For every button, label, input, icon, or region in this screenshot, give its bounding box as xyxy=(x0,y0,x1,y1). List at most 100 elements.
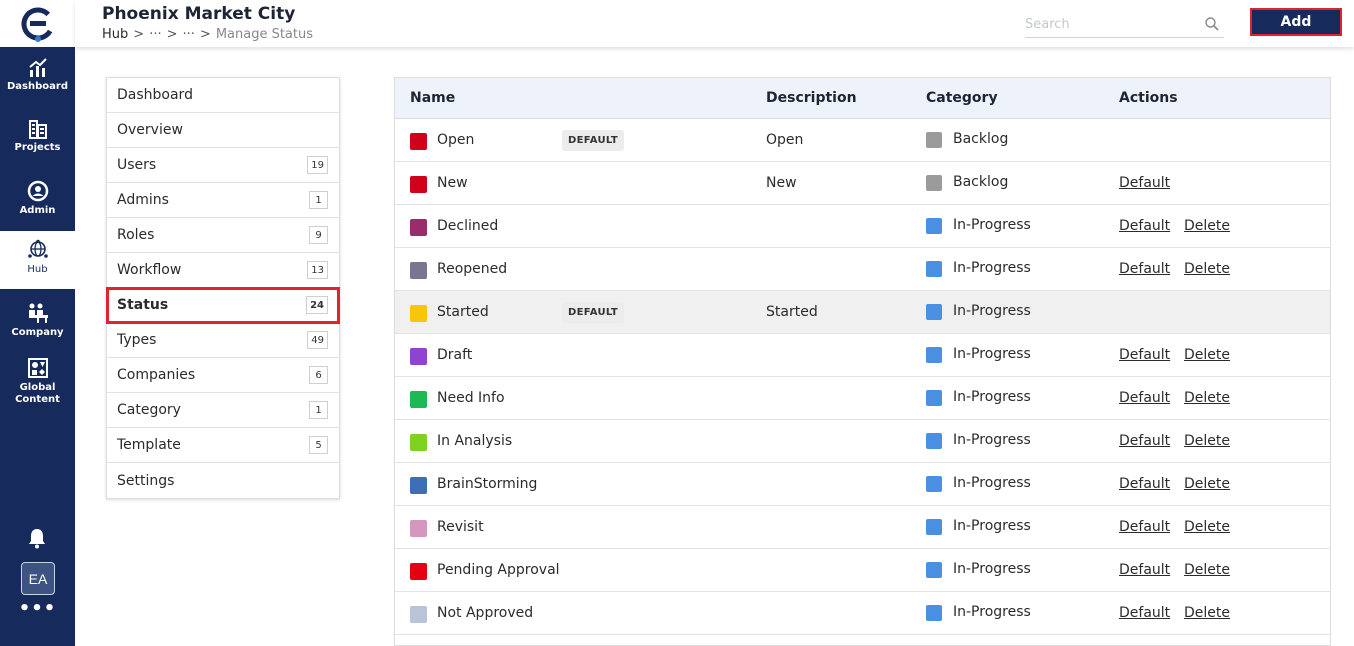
rail-item-projects[interactable]: Projects xyxy=(0,111,75,169)
breadcrumb-hub[interactable]: Hub xyxy=(102,27,128,42)
status-category: In-Progress xyxy=(953,518,1031,534)
category-color-swatch xyxy=(926,562,942,578)
app-logo[interactable] xyxy=(0,0,75,47)
table-row[interactable]: Draft In-Progress Default Delete xyxy=(395,334,1330,377)
menu-item-status[interactable]: Status 24 xyxy=(106,287,340,324)
status-color-swatch xyxy=(410,391,427,408)
rail-item-company[interactable]: Company xyxy=(0,294,75,352)
delete-link[interactable]: Delete xyxy=(1184,519,1230,535)
breadcrumb-ellipsis[interactable]: ··· xyxy=(149,27,161,42)
default-badge: DEFAULT xyxy=(562,302,625,323)
column-header-category[interactable]: Category xyxy=(926,90,998,106)
rail-item-global-content[interactable]: Global Content xyxy=(0,349,75,407)
default-link[interactable]: Default xyxy=(1119,347,1170,363)
table-row[interactable]: In Analysis In-Progress Default Delete xyxy=(395,420,1330,463)
status-category: Backlog xyxy=(953,174,1009,190)
menu-item-settings[interactable]: Settings xyxy=(107,463,339,498)
delete-link[interactable]: Delete xyxy=(1184,605,1230,621)
menu-item-overview[interactable]: Overview xyxy=(107,113,339,148)
search-box xyxy=(1025,12,1224,38)
status-name: New xyxy=(437,175,468,191)
default-link[interactable]: Default xyxy=(1119,476,1170,492)
count-badge: 24 xyxy=(306,296,328,314)
menu-item-users[interactable]: Users 19 xyxy=(107,148,339,183)
search-input[interactable] xyxy=(1025,12,1200,36)
breadcrumb-ellipsis[interactable]: ··· xyxy=(183,27,195,42)
menu-item-label: Settings xyxy=(117,472,175,489)
delete-link[interactable]: Delete xyxy=(1184,347,1230,363)
status-category: In-Progress xyxy=(953,604,1031,620)
status-category: In-Progress xyxy=(953,346,1031,362)
menu-item-label: Companies xyxy=(117,367,196,383)
search-icon[interactable] xyxy=(1204,16,1220,32)
breadcrumb-current: Manage Status xyxy=(215,27,314,42)
logo-icon xyxy=(21,7,54,42)
table-body: Open DEFAULT Open Backlog New New Backlog Defau… xyxy=(395,119,1330,635)
more-icon[interactable]: ••• xyxy=(0,600,75,618)
rail-item-hub[interactable]: Hub xyxy=(0,231,75,289)
category-color-swatch xyxy=(926,390,942,406)
menu-item-workflow[interactable]: Workflow 13 xyxy=(107,253,339,288)
table-row[interactable]: Revisit In-Progress Default Delete xyxy=(395,506,1330,549)
delete-link[interactable]: Delete xyxy=(1184,218,1230,234)
menu-item-admins[interactable]: Admins 1 xyxy=(107,183,339,218)
table-row[interactable]: Reopened In-Progress Default Delete xyxy=(395,248,1330,291)
status-color-swatch xyxy=(410,434,427,451)
status-category: In-Progress xyxy=(953,561,1031,577)
menu-item-category[interactable]: Category 1 xyxy=(107,393,339,428)
breadcrumb-separator: > xyxy=(133,27,145,42)
dashboard-chart-icon xyxy=(28,58,47,77)
menu-item-dashboard[interactable]: Dashboard xyxy=(107,78,339,113)
table-header: Name Description Category Actions xyxy=(395,78,1330,119)
rail-item-dashboard[interactable]: Dashboard xyxy=(0,50,75,108)
default-link[interactable]: Default xyxy=(1119,519,1170,535)
bell-icon[interactable] xyxy=(26,527,48,549)
hub-side-menu: Dashboard Overview Users 19 Admins 1 Roles 9 Wor… xyxy=(106,77,340,499)
default-link[interactable]: Default xyxy=(1119,433,1170,449)
column-header-name[interactable]: Name xyxy=(410,90,455,106)
table-row[interactable]: Open DEFAULT Open Backlog xyxy=(395,119,1330,162)
table-row[interactable]: Declined In-Progress Default Delete xyxy=(395,205,1330,248)
status-name: Reopened xyxy=(437,261,508,277)
menu-item-roles[interactable]: Roles 9 xyxy=(107,218,339,253)
status-category: In-Progress xyxy=(953,389,1031,405)
menu-item-label: Users xyxy=(117,157,157,173)
default-link[interactable]: Default xyxy=(1119,605,1170,621)
count-badge: 19 xyxy=(307,156,328,174)
table-row[interactable]: Started DEFAULT Started In-Progress xyxy=(395,291,1330,334)
menu-item-label: Category xyxy=(117,402,181,418)
rail-item-admin[interactable]: Admin xyxy=(0,172,75,230)
column-header-description[interactable]: Description xyxy=(766,90,857,106)
add-button[interactable]: Add xyxy=(1250,8,1342,36)
company-people-icon xyxy=(28,303,48,323)
menu-item-template[interactable]: Template 5 xyxy=(107,428,339,463)
default-link[interactable]: Default xyxy=(1119,218,1170,234)
default-link[interactable]: Default xyxy=(1119,261,1170,277)
rail-label: Admin xyxy=(19,205,56,216)
delete-link[interactable]: Delete xyxy=(1184,476,1230,492)
column-header-actions: Actions xyxy=(1119,90,1178,106)
status-description: New xyxy=(766,175,797,191)
status-color-swatch xyxy=(410,348,427,365)
menu-item-companies[interactable]: Companies 6 xyxy=(107,358,339,393)
delete-link[interactable]: Delete xyxy=(1184,433,1230,449)
status-category: In-Progress xyxy=(953,303,1031,319)
table-row[interactable]: Need Info In-Progress Default Delete xyxy=(395,377,1330,420)
default-link[interactable]: Default xyxy=(1119,175,1170,191)
page-title: Phoenix Market City xyxy=(102,4,296,24)
default-link[interactable]: Default xyxy=(1119,390,1170,406)
avatar[interactable]: EA xyxy=(21,562,55,595)
delete-link[interactable]: Delete xyxy=(1184,562,1230,578)
table-row[interactable]: New New Backlog Default xyxy=(395,162,1330,205)
menu-item-types[interactable]: Types 49 xyxy=(107,323,339,358)
category-color-swatch xyxy=(926,433,942,449)
table-row[interactable]: BrainStorming In-Progress Default Delete xyxy=(395,463,1330,506)
delete-link[interactable]: Delete xyxy=(1184,390,1230,406)
menu-item-label: Overview xyxy=(117,122,183,138)
delete-link[interactable]: Delete xyxy=(1184,261,1230,277)
count-badge: 1 xyxy=(309,401,328,419)
status-name: Declined xyxy=(437,218,499,234)
table-row[interactable]: Pending Approval In-Progress Default Delete xyxy=(395,549,1330,592)
default-link[interactable]: Default xyxy=(1119,562,1170,578)
table-row[interactable]: Not Approved In-Progress Default Delete xyxy=(395,592,1330,635)
